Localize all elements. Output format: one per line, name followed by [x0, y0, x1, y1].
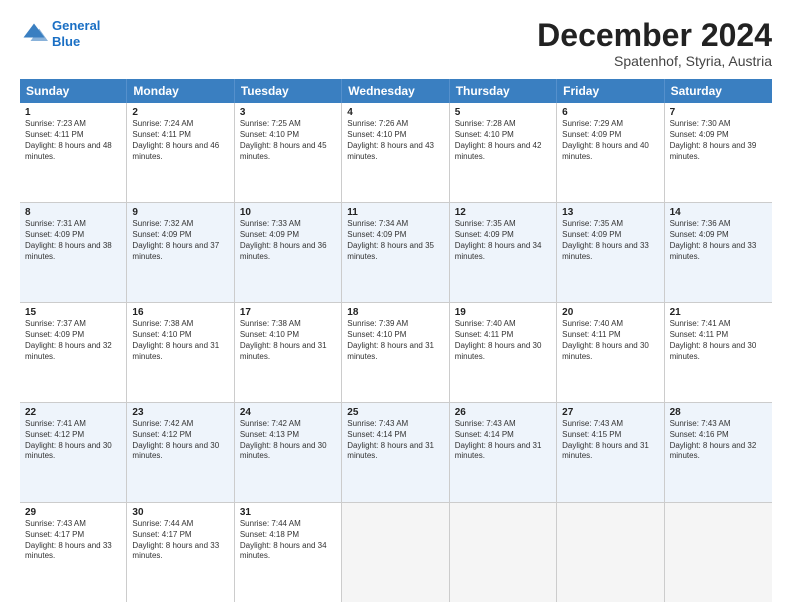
cell-content: Sunrise: 7:29 AM Sunset: 4:09 PM Dayligh…	[562, 119, 658, 162]
day-24: 24 Sunrise: 7:42 AMSunset: 4:13 PMDaylig…	[235, 403, 342, 502]
day-empty-2	[450, 503, 557, 602]
calendar-header: Sunday Monday Tuesday Wednesday Thursday…	[20, 79, 772, 103]
day-26: 26 Sunrise: 7:43 AMSunset: 4:14 PMDaylig…	[450, 403, 557, 502]
day-4: 4 Sunrise: 7:26 AM Sunset: 4:10 PM Dayli…	[342, 103, 449, 202]
calendar-body: 1 Sunrise: 7:23 AM Sunset: 4:11 PM Dayli…	[20, 103, 772, 602]
day-18: 18 Sunrise: 7:39 AMSunset: 4:10 PMDaylig…	[342, 303, 449, 402]
day-11: 11 Sunrise: 7:34 AMSunset: 4:09 PMDaylig…	[342, 203, 449, 302]
cell-content: Sunrise: 7:25 AM Sunset: 4:10 PM Dayligh…	[240, 119, 336, 162]
month-title: December 2024	[537, 18, 772, 53]
day-13: 13 Sunrise: 7:35 AMSunset: 4:09 PMDaylig…	[557, 203, 664, 302]
header: General Blue December 2024 Spatenhof, St…	[20, 18, 772, 69]
day-8: 8 Sunrise: 7:31 AMSunset: 4:09 PMDayligh…	[20, 203, 127, 302]
header-monday: Monday	[127, 79, 234, 103]
day-number: 4	[347, 107, 443, 118]
week-row-5: 29 Sunrise: 7:43 AMSunset: 4:17 PMDaylig…	[20, 503, 772, 602]
day-17: 17 Sunrise: 7:38 AMSunset: 4:10 PMDaylig…	[235, 303, 342, 402]
logo-icon	[20, 20, 48, 48]
header-friday: Friday	[557, 79, 664, 103]
day-23: 23 Sunrise: 7:42 AMSunset: 4:12 PMDaylig…	[127, 403, 234, 502]
week-row-4: 22 Sunrise: 7:41 AMSunset: 4:12 PMDaylig…	[20, 403, 772, 503]
day-number: 6	[562, 107, 658, 118]
day-empty-3	[557, 503, 664, 602]
location: Spatenhof, Styria, Austria	[537, 53, 772, 69]
logo-text: General Blue	[52, 18, 100, 49]
day-number: 1	[25, 107, 121, 118]
day-15: 15 Sunrise: 7:37 AMSunset: 4:09 PMDaylig…	[20, 303, 127, 402]
day-21: 21 Sunrise: 7:41 AMSunset: 4:11 PMDaylig…	[665, 303, 772, 402]
day-9: 9 Sunrise: 7:32 AMSunset: 4:09 PMDayligh…	[127, 203, 234, 302]
day-1: 1 Sunrise: 7:23 AM Sunset: 4:11 PM Dayli…	[20, 103, 127, 202]
cell-content: Sunrise: 7:30 AM Sunset: 4:09 PM Dayligh…	[670, 119, 767, 162]
day-19: 19 Sunrise: 7:40 AMSunset: 4:11 PMDaylig…	[450, 303, 557, 402]
calendar: Sunday Monday Tuesday Wednesday Thursday…	[20, 79, 772, 602]
header-saturday: Saturday	[665, 79, 772, 103]
day-10: 10 Sunrise: 7:33 AMSunset: 4:09 PMDaylig…	[235, 203, 342, 302]
logo-blue: Blue	[52, 34, 80, 49]
day-2: 2 Sunrise: 7:24 AM Sunset: 4:11 PM Dayli…	[127, 103, 234, 202]
cell-content: Sunrise: 7:26 AM Sunset: 4:10 PM Dayligh…	[347, 119, 443, 162]
day-16: 16 Sunrise: 7:38 AMSunset: 4:10 PMDaylig…	[127, 303, 234, 402]
day-28: 28 Sunrise: 7:43 AMSunset: 4:16 PMDaylig…	[665, 403, 772, 502]
day-30: 30 Sunrise: 7:44 AMSunset: 4:17 PMDaylig…	[127, 503, 234, 602]
day-12: 12 Sunrise: 7:35 AMSunset: 4:09 PMDaylig…	[450, 203, 557, 302]
day-25: 25 Sunrise: 7:43 AMSunset: 4:14 PMDaylig…	[342, 403, 449, 502]
day-6: 6 Sunrise: 7:29 AM Sunset: 4:09 PM Dayli…	[557, 103, 664, 202]
header-sunday: Sunday	[20, 79, 127, 103]
day-7: 7 Sunrise: 7:30 AM Sunset: 4:09 PM Dayli…	[665, 103, 772, 202]
day-number: 3	[240, 107, 336, 118]
day-number: 5	[455, 107, 551, 118]
day-3: 3 Sunrise: 7:25 AM Sunset: 4:10 PM Dayli…	[235, 103, 342, 202]
page: General Blue December 2024 Spatenhof, St…	[0, 0, 792, 612]
title-block: December 2024 Spatenhof, Styria, Austria	[537, 18, 772, 69]
day-14: 14 Sunrise: 7:36 AMSunset: 4:09 PMDaylig…	[665, 203, 772, 302]
day-5: 5 Sunrise: 7:28 AM Sunset: 4:10 PM Dayli…	[450, 103, 557, 202]
header-tuesday: Tuesday	[235, 79, 342, 103]
week-row-1: 1 Sunrise: 7:23 AM Sunset: 4:11 PM Dayli…	[20, 103, 772, 203]
day-number: 7	[670, 107, 767, 118]
week-row-2: 8 Sunrise: 7:31 AMSunset: 4:09 PMDayligh…	[20, 203, 772, 303]
cell-content: Sunrise: 7:23 AM Sunset: 4:11 PM Dayligh…	[25, 119, 121, 162]
day-number: 2	[132, 107, 228, 118]
day-29: 29 Sunrise: 7:43 AMSunset: 4:17 PMDaylig…	[20, 503, 127, 602]
cell-content: Sunrise: 7:24 AM Sunset: 4:11 PM Dayligh…	[132, 119, 228, 162]
cell-content: Sunrise: 7:28 AM Sunset: 4:10 PM Dayligh…	[455, 119, 551, 162]
day-20: 20 Sunrise: 7:40 AMSunset: 4:11 PMDaylig…	[557, 303, 664, 402]
header-wednesday: Wednesday	[342, 79, 449, 103]
header-thursday: Thursday	[450, 79, 557, 103]
day-empty-4	[665, 503, 772, 602]
day-27: 27 Sunrise: 7:43 AMSunset: 4:15 PMDaylig…	[557, 403, 664, 502]
logo: General Blue	[20, 18, 100, 49]
logo-general: General	[52, 18, 100, 33]
week-row-3: 15 Sunrise: 7:37 AMSunset: 4:09 PMDaylig…	[20, 303, 772, 403]
day-22: 22 Sunrise: 7:41 AMSunset: 4:12 PMDaylig…	[20, 403, 127, 502]
day-empty-1	[342, 503, 449, 602]
day-31: 31 Sunrise: 7:44 AMSunset: 4:18 PMDaylig…	[235, 503, 342, 602]
